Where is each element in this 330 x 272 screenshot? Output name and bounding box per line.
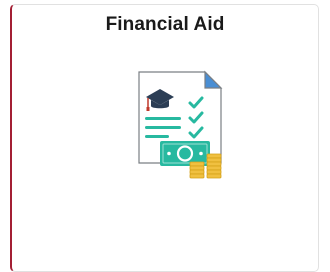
- financial-aid-icon: [133, 68, 229, 180]
- financial-aid-tile[interactable]: Financial Aid: [10, 4, 319, 272]
- tile-title: Financial Aid: [105, 14, 225, 35]
